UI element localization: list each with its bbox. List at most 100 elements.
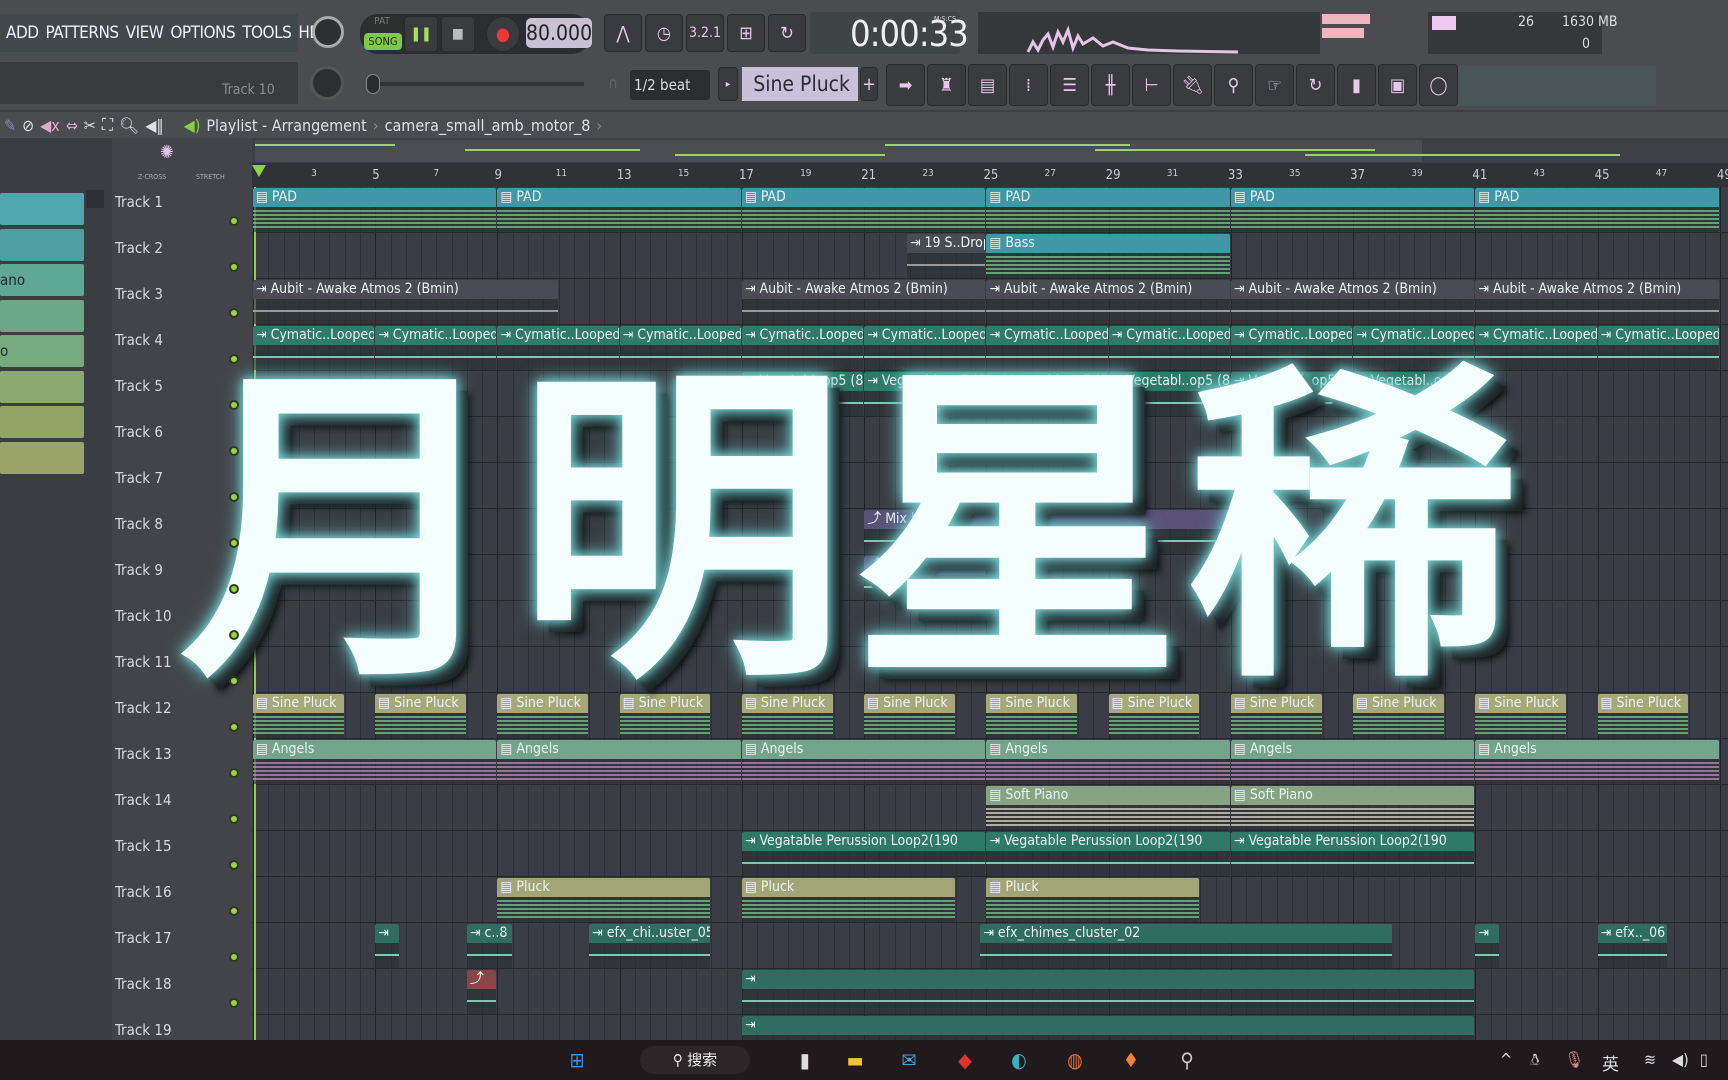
clip-audio[interactable]: ⇥ Vegatable Perussion Loop2(190 [741,832,986,876]
toolbar-button[interactable]: ▣ [1378,64,1417,106]
track-mute-led[interactable] [229,998,239,1008]
track-mute-led[interactable] [229,584,239,594]
song-mode-toggle[interactable]: SONG [364,33,402,50]
track-name[interactable]: Track 10 [115,607,172,625]
track-lane[interactable] [252,647,1728,693]
clip-pattern[interactable]: ▤ PAD [1230,188,1475,232]
taskbar-search[interactable]: ⚲ 搜索 [640,1046,750,1074]
track-name[interactable]: Track 13 [115,745,172,763]
toolbar-button[interactable]: 🔌︎ [1173,64,1212,106]
menu-patterns[interactable]: PATTERNS [46,23,120,43]
channel-scroll-button[interactable] [86,190,104,208]
audio-wave-icon[interactable]: ✺ [160,142,174,163]
clip-pattern[interactable]: ▤ Angels [986,740,1230,784]
toolbar-button[interactable]: ◯ [1419,64,1458,106]
zoom-tool-icon[interactable]: 🔍︎ [119,116,139,135]
track-name[interactable]: Track 1 [115,193,163,211]
channel-button[interactable]: ano [0,264,84,296]
track-name[interactable]: Track 14 [115,791,172,809]
clip-pattern[interactable]: ▤ Angels [741,740,986,784]
track-lane[interactable] [252,555,1728,601]
breadcrumb[interactable]: camera_small_amb_motor_8 [385,116,591,135]
clip-pattern[interactable]: ▤ Sine Pluck [375,694,466,738]
draw-tool-icon[interactable]: ✎ [4,116,16,135]
clip-audio[interactable]: ⇥ Vegetabl..op5 (80 [986,372,1108,416]
clip-pattern[interactable]: ▤ Sine Pluck [741,694,833,738]
tempo-field[interactable]: 80.000 [526,18,592,48]
app-red-icon[interactable]: ◆ [950,1046,980,1074]
menu-tools[interactable]: TOOLS [242,23,292,43]
clip-audio[interactable]: ⇥ 19 S..Drop [906,234,986,278]
clip-audio[interactable]: ⇥ Cymatic..Looped 5 [497,326,619,370]
clip-pattern[interactable]: ▤ Pluck [741,878,955,922]
clip-pattern[interactable]: ▤ Sine Pluck [1475,694,1567,738]
clip-audio[interactable]: ⇥ Aubit - Awake Atmos 2 (Bmin) [253,280,558,324]
clip-audio[interactable]: ⇥ [1475,924,1499,968]
clip-pattern[interactable]: ▤ Angels [1475,740,1719,784]
countdown-button[interactable]: 3.2.1 [686,14,724,52]
slip-tool-icon[interactable]: ⇔ [66,116,78,135]
track-name[interactable]: Track 18 [115,975,172,993]
toolbar-button[interactable]: ☰ [1050,64,1089,106]
wifi-icon[interactable]: ≋ [1644,1050,1656,1069]
clip-audio[interactable]: ⇥ Vegatable Perussion Loop2(190 [986,832,1230,876]
menu-add[interactable]: ADD [6,23,39,43]
metronome-button[interactable]: ⋀ [604,14,642,52]
clip-audio[interactable]: ⇥ efx.._06 [1597,924,1667,968]
track-mute-led[interactable] [229,354,239,364]
pattern-selector[interactable]: Sine Pluck [742,67,858,101]
clip-pattern[interactable]: ▤ Sine Pluck [1230,694,1322,738]
clip-pattern[interactable]: ▤ Bass [986,234,1230,278]
toolbar-button[interactable]: ↻ [1296,64,1335,106]
clip-audio[interactable]: ⇥ Cymatic..Looped 5 [1475,326,1597,370]
fl-studio-icon[interactable]: ♦ [1116,1046,1146,1074]
clip-automation[interactable]: ⤴ Mix le [864,556,986,600]
record-button[interactable]: ● [486,16,520,52]
track-mute-led[interactable] [229,952,239,962]
clip-audio[interactable]: ⇥ Cymatic..Looped 5 [864,326,986,370]
track-name[interactable]: Track 11 [115,653,172,671]
track-name[interactable]: Track 2 [115,239,163,257]
track-mute-led[interactable] [229,814,239,824]
toolbar-button[interactable]: ▤ [968,64,1007,106]
clip-pattern[interactable]: ▤ Sine Pluck [497,694,589,738]
clip-audio[interactable]: ⇥ Aubit - Awake Atmos 2 (Bmin) [1230,280,1475,324]
track-mute-led[interactable] [229,262,239,272]
playback-tool-icon[interactable]: ◀‖ [145,116,163,135]
qq-icon[interactable]: 🐧︎ [1530,1050,1540,1072]
clip-audio[interactable]: ⇥ efx_chimes_cluster_02 [980,924,1392,968]
add-pattern-button[interactable]: + [860,67,878,101]
select-tool-icon[interactable]: ⛶ [102,115,113,135]
clip-audio[interactable]: ⇥ Cymatic..Looped 5 [986,326,1108,370]
edge-icon[interactable]: ◐ [1004,1046,1034,1074]
track-name[interactable]: Track 9 [115,561,163,579]
track-name[interactable]: Track 5 [115,377,163,395]
track-mute-led[interactable] [229,216,239,226]
track-name[interactable]: Track 7 [115,469,163,487]
clip-pattern[interactable]: ▤ Sine Pluck [864,694,955,738]
clip-pattern[interactable]: ▤ PAD [1475,188,1719,232]
clip-audio[interactable]: ⇥ c..8 [466,924,512,968]
clip-automation[interactable]: ⤴ Mix level [864,510,1230,554]
clip-pattern[interactable]: ▤ Sine Pluck [1108,694,1200,738]
toolbar-button[interactable]: ⚲ [1214,64,1253,106]
clip-pattern[interactable]: ▤ Angels [1230,740,1475,784]
toolbar-button[interactable]: ♜ [927,64,966,106]
clip-audio[interactable]: ⇥ Cymatic..Looped 5 [1108,326,1230,370]
clip-audio[interactable]: ⇥ Aubit - Awake Atmos 2 (Bmin) [986,280,1230,324]
toolbar-button[interactable]: ⁞ [1009,64,1048,106]
channel-button[interactable] [0,370,84,403]
clip-audio[interactable]: ⇥ Vegetabl..op5 (80 [741,372,864,416]
clip-pattern[interactable]: ▤ Sine Pluck [253,694,344,738]
stop-button[interactable]: ■ [441,16,475,52]
channel-button[interactable] [0,228,84,261]
clip-pattern[interactable]: ▤ PAD [986,188,1230,232]
snap-selector[interactable]: 1/2 beat [630,70,710,100]
clip-audio[interactable]: ⇥ [741,1016,1475,1040]
clip-pattern[interactable]: ▤ Angels [253,740,497,784]
clip-audio[interactable]: ⇥ Cymatic..Looped 5 [1353,326,1475,370]
clip-audio[interactable]: ⇥ Cymatic..Looped 5 [619,326,741,370]
clip-pattern[interactable]: ▤ Soft Piano [986,786,1230,830]
clip-pattern[interactable]: ▤ Pluck [986,878,1200,922]
clip-automation[interactable]: ⤴ [466,970,497,1014]
